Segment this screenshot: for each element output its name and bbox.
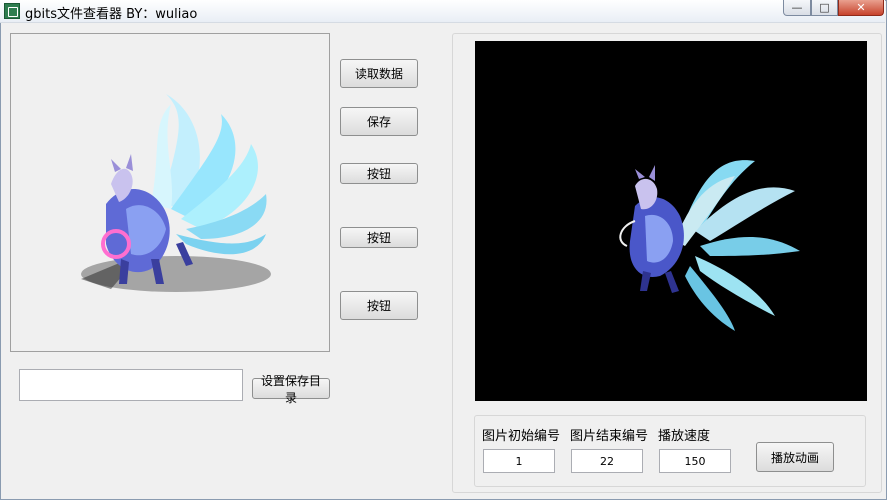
save-path-input[interactable] <box>19 369 243 401</box>
end-index-input[interactable] <box>571 449 643 473</box>
set-save-dir-button[interactable]: 设置保存目录 <box>252 374 330 405</box>
start-index-label: 图片初始编号 <box>482 429 561 444</box>
read-data-button[interactable]: 读取数据 <box>340 59 418 88</box>
button-1[interactable]: 按钮 <box>340 163 418 184</box>
end-index-label: 图片结束编号 <box>570 429 649 444</box>
creature-sprite-preview <box>619 160 800 331</box>
source-image-frame <box>10 33 330 352</box>
window-title: gbits文件查看器 BY：wuliao <box>25 7 198 22</box>
minimize-button[interactable]: — <box>783 0 811 16</box>
maximize-button[interactable]: □ <box>811 0 838 16</box>
save-button[interactable]: 保存 <box>340 107 418 136</box>
play-animation-button[interactable]: 播放动画 <box>756 442 834 472</box>
close-button[interactable]: ✕ <box>838 0 884 16</box>
creature-sprite-left <box>81 94 271 292</box>
button-2[interactable]: 按钮 <box>340 227 418 248</box>
app-icon <box>4 3 20 19</box>
animation-preview <box>475 41 867 401</box>
button-3[interactable]: 按钮 <box>340 291 418 320</box>
start-index-input[interactable] <box>483 449 555 473</box>
speed-label: 播放速度 <box>658 429 711 444</box>
speed-input[interactable] <box>659 449 731 473</box>
title-bar[interactable]: gbits文件查看器 BY：wuliao — □ ✕ <box>0 0 885 23</box>
